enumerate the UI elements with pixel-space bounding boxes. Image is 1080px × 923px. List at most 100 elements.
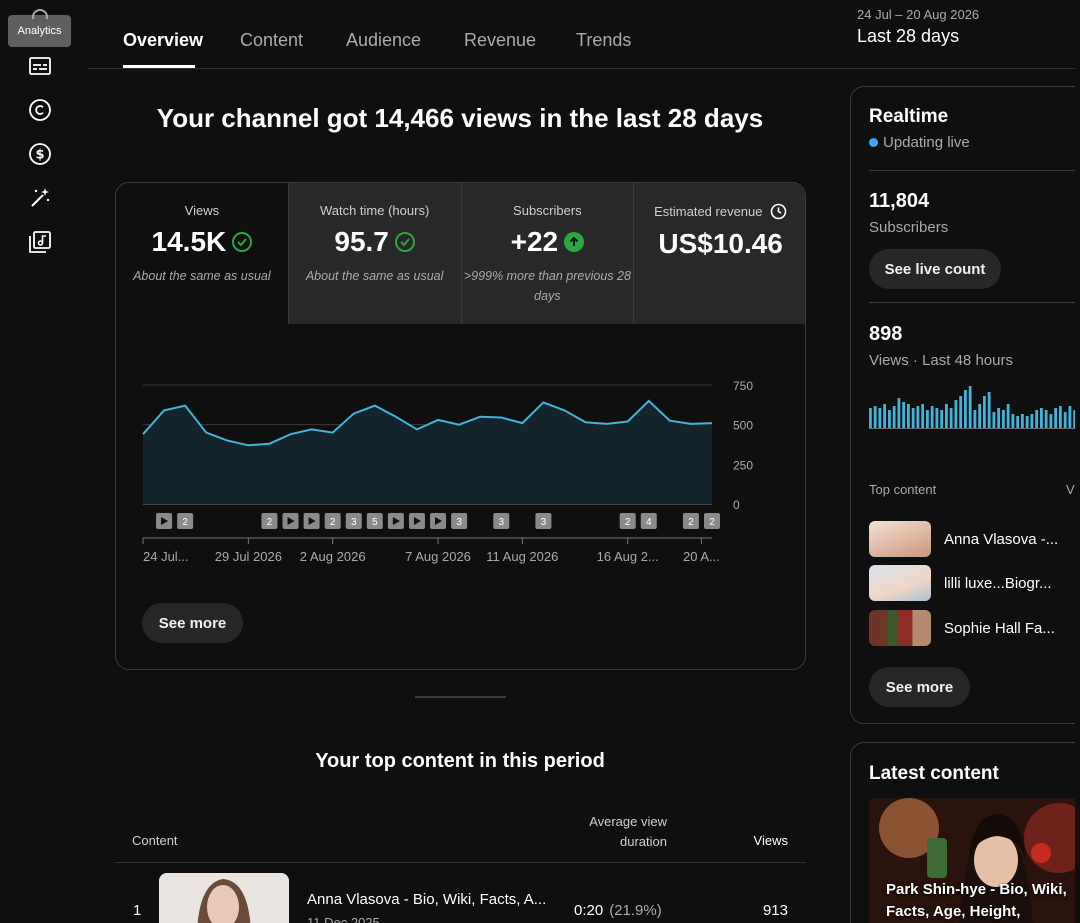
realtime-bar [1016,416,1020,428]
section-divider [415,696,506,698]
date-range-dates: 24 Jul – 20 Aug 2026 [857,7,980,22]
date-range-selector[interactable]: 24 Jul – 20 Aug 2026 Last 28 days [857,7,979,47]
earn-icon[interactable]: $ [26,140,54,168]
realtime-bar [1059,406,1062,428]
realtime-bar [916,406,920,428]
scrollbar[interactable] [1075,0,1080,923]
x-tick-label: 7 Aug 2026 [405,549,471,564]
realtime-bar [1044,410,1048,428]
live-dot-icon [869,138,878,147]
studio-analytics-page: Analytics $ Overview Content Audience Re… [0,0,1080,923]
audio-library-icon[interactable] [26,228,54,256]
x-tick-label: 11 Aug 2026 [486,549,558,564]
metric-revenue[interactable]: Estimated revenue US$10.46 [634,183,805,324]
marker-count: 2 [182,517,188,528]
marker-count: 2 [688,517,694,528]
row-duration-pct: (21.9%) [609,902,662,919]
latest-video-thumbnail[interactable]: Park Shin-hye - Bio, Wiki, Facts, Age, H… [869,798,1080,923]
marker-count: 3 [498,517,504,528]
tab-overview[interactable]: Overview [123,30,203,51]
tab-content[interactable]: Content [240,30,303,51]
views-chart: 0 250 500 750 2 2 2 3 5 3 3 3 2 4 2 2 24 Jul... 29 Jul 20… [142,379,753,564]
see-more-button[interactable]: See more [869,667,970,707]
col-views[interactable]: Views [754,833,788,848]
see-live-count-button[interactable]: See live count [869,249,1001,289]
check-circle-icon [394,232,415,252]
metric-views[interactable]: Views 14.5K About the same as usual [116,183,289,324]
row-date: 11 Dec 2025 [307,915,380,923]
realtime-bar [973,410,977,428]
realtime-bar [897,398,901,428]
top-content-title: Your top content in this period [315,750,605,772]
svg-text:$: $ [35,148,44,163]
row-views: 913 [762,902,788,919]
y-tick-label: 250 [733,458,753,472]
divider [869,302,1080,303]
see-more-button[interactable]: See more [142,603,243,643]
metric-value: 14.5K [151,226,227,257]
latest-content-title: Latest content [869,763,999,784]
realtime-subscribers: 11,804 [869,190,930,212]
col-avg-duration[interactable]: Average view duration [567,812,667,852]
item-thumbnail [869,610,931,646]
analytics-icon [32,9,48,19]
tab-trends[interactable]: Trends [576,30,631,51]
marker-count: 3 [351,517,357,528]
metric-note: About the same as usual [305,269,444,283]
x-tick-label: 16 Aug 2... [597,549,659,564]
customization-icon[interactable] [26,184,54,212]
realtime-bar [987,392,991,428]
copyright-icon[interactable] [26,96,54,124]
realtime-bar [1011,414,1015,428]
tab-audience[interactable]: Audience [346,30,421,51]
item-title: Anna Vlasova -... [944,530,1059,548]
metric-label: Estimated revenue [654,204,763,219]
video-thumbnail[interactable] [159,873,289,923]
marker-count: 3 [456,517,462,528]
divider [869,428,1080,429]
realtime-bar [992,412,996,428]
metric-value: 95.7 [334,226,389,257]
realtime-bar [945,404,948,428]
realtime-bar [883,404,887,428]
table-row[interactable]: 1 Anna Vlasova - Bio, Wiki, Facts, A... … [115,864,806,923]
x-tick-label: 29 Jul 2026 [215,549,282,564]
row-duration: 0:20 [574,902,604,919]
marker-count: 4 [646,517,652,528]
tab-revenue[interactable]: Revenue [464,30,536,51]
item-thumbnail [869,565,931,601]
realtime-bar [902,402,906,428]
row-title[interactable]: Anna Vlasova - Bio, Wiki, Facts, A... [307,891,546,908]
metric-value: US$10.46 [658,228,783,259]
realtime-bar [911,408,915,428]
table-header: Content Average view duration Views [115,805,806,863]
views-label: Views · Last 48 hours [869,352,1013,369]
divider [869,170,1080,171]
item-title: lilli luxe...Biogr... [944,574,1052,592]
realtime-bar [926,410,929,428]
realtime-bar [964,390,967,428]
y-tick-label: 0 [733,498,740,512]
realtime-bar [959,396,963,428]
metric-subscribers[interactable]: Subscribers +22 >999% more than previous… [461,183,635,324]
realtime-bar-chart [869,386,1077,428]
subscribers-label: Subscribers [869,219,949,236]
realtime-bar [888,410,891,428]
realtime-bar [1002,410,1005,428]
x-tick-label: 24 Jul... [143,549,189,564]
realtime-bar [892,406,896,428]
marker-count: 5 [372,517,378,528]
realtime-bar [907,404,910,428]
metric-watch-time[interactable]: Watch time (hours) 95.7 About the same a… [288,183,462,324]
realtime-bar [1040,408,1043,428]
realtime-bar [1030,414,1034,428]
top-content-item[interactable]: lilli luxe...Biogr... [869,565,1052,601]
marker-count: 2 [267,517,273,528]
top-content-item[interactable]: Anna Vlasova -... [869,521,1058,557]
tooltip-label: Analytics [17,25,62,37]
top-content-item[interactable]: Sophie Hall Fa... [869,610,1055,646]
subtitles-icon[interactable] [26,52,54,80]
latest-video-title: Park Shin-hye - Bio, Wiki, Facts, Age, H… [886,881,1067,920]
col-content: Content [132,833,178,848]
live-text: Updating live [883,134,970,151]
